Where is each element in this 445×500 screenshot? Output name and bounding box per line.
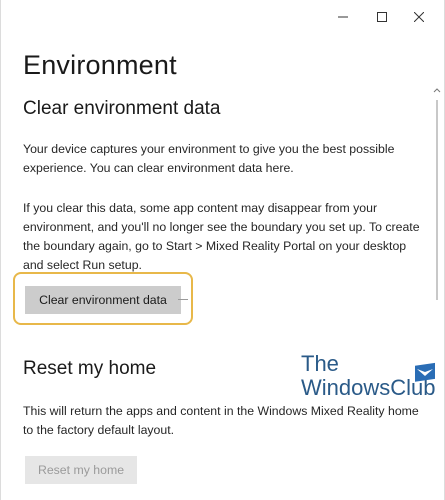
reset-home-description: This will return the apps and content in…	[23, 404, 419, 437]
settings-window: Environment Clear environment data Your …	[0, 0, 445, 500]
close-icon	[414, 12, 424, 22]
reset-my-home-button[interactable]: Reset my home	[25, 456, 137, 484]
title-bar	[1, 0, 444, 32]
minimize-icon	[338, 16, 348, 18]
maximize-icon	[377, 12, 387, 22]
page-title: Environment	[23, 50, 177, 80]
windows-club-logo-icon	[415, 362, 435, 382]
reset-home-section-title: Reset my home	[23, 358, 157, 379]
maximize-button[interactable]	[367, 6, 397, 28]
clear-environment-warning: If you clear this data, some app content…	[23, 201, 420, 272]
close-button[interactable]	[404, 6, 434, 28]
scrollbar[interactable]	[433, 86, 441, 486]
button-trailing-dash	[178, 299, 188, 300]
clear-environment-data-button[interactable]: Clear environment data	[25, 286, 181, 314]
scroll-up-arrow-icon[interactable]	[433, 86, 441, 94]
scrollbar-thumb[interactable]	[436, 100, 438, 300]
clear-environment-section-title: Clear environment data	[23, 98, 221, 119]
clear-environment-description: Your device captures your environment to…	[23, 142, 395, 175]
minimize-button[interactable]	[328, 6, 358, 28]
watermark-line1: The	[301, 351, 339, 376]
